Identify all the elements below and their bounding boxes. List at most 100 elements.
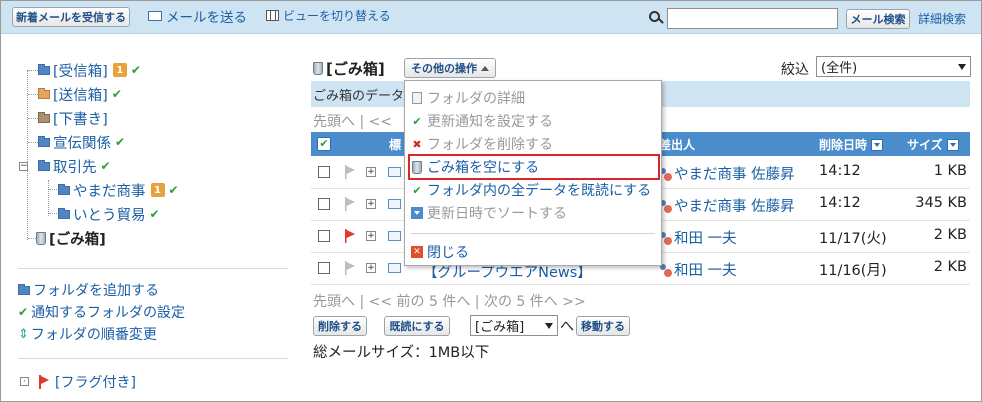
search-input[interactable] bbox=[667, 8, 838, 29]
folder-icon bbox=[38, 63, 50, 75]
expand-icon[interactable]: + bbox=[366, 231, 376, 241]
sidebar-item-clients[interactable]: 取引先 ✔ bbox=[38, 156, 111, 176]
collapse-toggle[interactable]: − bbox=[19, 162, 28, 171]
deleted-date: 14:12 bbox=[819, 195, 861, 211]
notify-check-icon: ✔ bbox=[115, 135, 126, 149]
folder-icon bbox=[38, 87, 50, 99]
mail-size: 1 KB bbox=[933, 163, 967, 179]
pager-bottom: 先頭へ | << 前の 5 件へ | 次の 5 件へ >> bbox=[313, 294, 586, 310]
sender-link[interactable]: やまだ商事 佐藤昇 bbox=[659, 163, 795, 184]
notify-check-icon: ✔ bbox=[111, 87, 122, 101]
receive-new-mail-button[interactable]: 新着メールを受信する bbox=[12, 7, 130, 27]
flag-icon[interactable] bbox=[344, 165, 356, 179]
menu-item-close[interactable]: ✕ 閉じる bbox=[410, 241, 658, 263]
folder-icon bbox=[38, 159, 50, 171]
x-mark-icon: ✖ bbox=[412, 137, 422, 151]
sidebar-item-inbox[interactable]: [受信箱] 1 ✔ bbox=[38, 60, 141, 80]
caret-up-icon bbox=[481, 65, 489, 71]
sidebar-item-sent[interactable]: [送信箱] ✔ bbox=[38, 84, 122, 104]
page-title: [ごみ箱] bbox=[313, 58, 385, 79]
tree-line bbox=[27, 70, 28, 240]
row-checkbox[interactable] bbox=[318, 262, 330, 274]
sender-link[interactable]: やまだ商事 佐藤昇 bbox=[659, 195, 795, 216]
column-size[interactable]: サイズ bbox=[907, 136, 959, 153]
trash-icon bbox=[410, 160, 424, 174]
updown-arrow-icon: ⇕ bbox=[18, 326, 29, 342]
sidebar-item-yamada[interactable]: やまだ商事 1 ✔ bbox=[58, 180, 179, 200]
top-toolbar: 新着メールを受信する メールを送る ビューを切り替える メール検索 詳細検索 bbox=[1, 1, 981, 34]
other-actions-menu: フォルダの詳細 ✔ 更新通知を設定する ✖ フォルダを削除する ごみ箱を空にする… bbox=[404, 80, 662, 266]
menu-item-delete-folder[interactable]: ✖ フォルダを削除する bbox=[410, 133, 658, 155]
add-folder-link[interactable]: フォルダを追加する bbox=[18, 280, 159, 300]
notify-check-icon: ✔ bbox=[130, 63, 141, 77]
mark-read-button[interactable]: 既読にする bbox=[384, 316, 450, 336]
notify-check-icon: ✔ bbox=[149, 207, 160, 221]
expand-icon[interactable]: + bbox=[366, 199, 376, 209]
sidebar-item-drafts[interactable]: [下書き] bbox=[38, 108, 108, 128]
sidebar-item-flagged[interactable]: [フラグ付き] bbox=[38, 372, 136, 392]
envelope-icon bbox=[388, 199, 401, 209]
tree-line bbox=[28, 70, 38, 71]
row-checkbox[interactable] bbox=[318, 198, 330, 210]
deleted-date: 14:12 bbox=[819, 163, 861, 179]
chevron-down-icon bbox=[958, 64, 966, 70]
notify-check-icon: ✔ bbox=[100, 159, 111, 173]
sidebar-item-ito[interactable]: いとう貿易 ✔ bbox=[58, 204, 160, 224]
notify-folder-settings-link[interactable]: ✔ 通知するフォルダの設定 bbox=[18, 302, 185, 322]
envelope-icon bbox=[388, 167, 401, 177]
mail-size: 2 KB bbox=[933, 227, 967, 243]
filter-select[interactable]: (全件) bbox=[816, 56, 971, 77]
mark-read-icon: ✔ bbox=[412, 183, 422, 197]
send-mail-link[interactable]: メールを送る bbox=[148, 6, 247, 26]
move-button[interactable]: 移動する bbox=[576, 316, 630, 336]
column-subject[interactable]: 標 bbox=[389, 136, 401, 153]
tree-line bbox=[28, 142, 38, 143]
reorder-folders-link[interactable]: ⇕ フォルダの順番変更 bbox=[18, 324, 157, 344]
magnifier-icon bbox=[410, 91, 424, 105]
select-all-checkbox[interactable]: ✔ bbox=[317, 137, 331, 151]
sender-link[interactable]: 和田 一夫 bbox=[659, 259, 737, 280]
filter-label: 絞込 bbox=[781, 62, 809, 78]
menu-item-sort-by-updated[interactable]: 更新日時でソートする bbox=[410, 202, 658, 224]
checkmark-icon: ✔ bbox=[18, 305, 29, 319]
switch-view-link[interactable]: ビューを切り替える bbox=[266, 7, 391, 24]
flag-icon[interactable] bbox=[344, 261, 356, 275]
menu-item-mark-all-read[interactable]: ✔ フォルダ内の全データを既読にする bbox=[410, 179, 658, 201]
close-icon: ✕ bbox=[410, 245, 424, 259]
menu-item-set-notify[interactable]: ✔ 更新通知を設定する bbox=[410, 110, 658, 132]
expand-icon[interactable]: + bbox=[366, 263, 376, 273]
sidebar-item-promo[interactable]: 宣伝関係 ✔ bbox=[38, 132, 125, 152]
sender-link[interactable]: 和田 一夫 bbox=[659, 227, 737, 248]
flag-icon[interactable] bbox=[344, 229, 356, 243]
menu-item-folder-details[interactable]: フォルダの詳細 bbox=[410, 87, 658, 109]
mail-search-button[interactable]: メール検索 bbox=[846, 9, 910, 29]
mail-size: 345 KB bbox=[915, 195, 967, 211]
move-target-select[interactable]: [ごみ箱] bbox=[470, 315, 558, 336]
trash-icon bbox=[313, 62, 323, 75]
pager-top: 先頭へ | << bbox=[313, 114, 393, 130]
other-actions-button[interactable]: その他の操作 bbox=[404, 58, 496, 78]
sidebar-item-trash[interactable]: [ごみ箱] bbox=[36, 228, 106, 248]
expand-toggle[interactable]: · bbox=[20, 377, 29, 386]
envelope-icon bbox=[388, 231, 401, 241]
advanced-search-link[interactable]: 詳細検索 bbox=[918, 10, 966, 27]
flag-icon[interactable] bbox=[344, 197, 356, 211]
row-checkbox[interactable] bbox=[318, 166, 330, 178]
flag-icon bbox=[38, 375, 50, 389]
folder-icon bbox=[18, 283, 30, 295]
expand-icon[interactable]: + bbox=[366, 167, 376, 177]
unread-badge: 1 bbox=[150, 183, 165, 197]
sidebar-divider bbox=[18, 268, 288, 269]
menu-item-empty-trash[interactable]: ごみ箱を空にする bbox=[408, 154, 660, 180]
notify-check-icon: ✔ bbox=[168, 183, 179, 197]
folder-icon bbox=[38, 111, 50, 123]
deleted-date: 11/16(月) bbox=[819, 263, 887, 279]
row-checkbox[interactable] bbox=[318, 230, 330, 242]
column-deleted-at[interactable]: 削除日時 bbox=[819, 136, 884, 153]
tree-line bbox=[48, 180, 49, 216]
delete-button[interactable]: 削除する bbox=[313, 316, 367, 336]
move-to-suffix: へ bbox=[560, 319, 574, 335]
column-sender[interactable]: 差出人 bbox=[659, 136, 695, 153]
search-icon-handle bbox=[658, 18, 664, 24]
folder-icon bbox=[38, 135, 50, 147]
